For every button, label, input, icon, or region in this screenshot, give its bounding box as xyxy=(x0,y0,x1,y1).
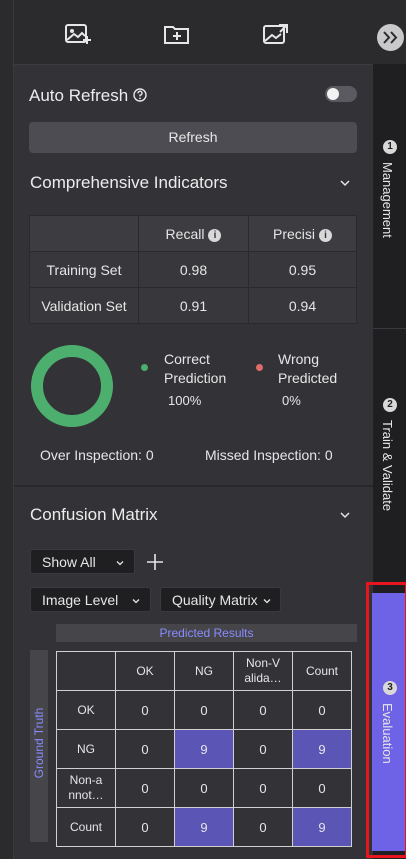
tab-number: 1 xyxy=(383,140,397,154)
matrix-cell[interactable]: 0 xyxy=(174,690,234,730)
add-folder-icon[interactable] xyxy=(163,22,191,46)
matrix-cell[interactable]: 0 xyxy=(292,690,352,730)
wrong-label-line2: Predicted xyxy=(278,370,338,386)
auto-refresh-toggle[interactable] xyxy=(325,86,357,102)
indicators-table: Recall i Precisi i Training Set 0.98 0.95 … xyxy=(29,215,357,324)
table-row: OK 0 0 0 0 xyxy=(56,690,352,730)
help-icon[interactable] xyxy=(133,88,147,102)
matrix-cell[interactable]: 0 xyxy=(292,768,352,808)
correct-label-line2: Prediction xyxy=(164,370,227,386)
table-row: Validation Set 0.91 0.94 xyxy=(29,287,357,324)
double-chevron-right-icon xyxy=(383,31,398,44)
matrix-cell[interactable]: 0 xyxy=(115,690,175,730)
tab-number: 2 xyxy=(383,398,397,412)
recall-label: Recall xyxy=(165,225,205,242)
table-row: Training Set 0.98 0.95 xyxy=(29,251,357,288)
table-row: Count 0 9 0 9 xyxy=(56,807,352,847)
matrix-cell-highlighted[interactable]: 9 xyxy=(174,729,234,769)
auto-refresh-label: Auto Refresh xyxy=(29,86,129,105)
precision-header: Precisi i xyxy=(248,215,357,252)
chevron-down-icon[interactable] xyxy=(340,178,350,188)
row-header: OK xyxy=(56,690,116,730)
column-header: OK xyxy=(115,651,175,691)
row-header: Non-a nnot… xyxy=(56,768,116,808)
matrix-cell[interactable]: 0 xyxy=(115,807,175,847)
confusion-matrix-title: Confusion Matrix xyxy=(30,505,158,524)
matrix-cell[interactable]: 0 xyxy=(233,807,293,847)
confusion-matrix-table: OK NG Non-V alida… Count OK 0 0 0 0 NG 0… xyxy=(56,651,352,847)
wrong-label-line1: Wrong xyxy=(278,351,319,367)
missed-inspection: Missed Inspection: 0 xyxy=(205,447,333,463)
wrong-value: 0% xyxy=(282,393,301,408)
chevron-down-icon xyxy=(116,561,124,566)
matrix-cell[interactable]: 0 xyxy=(233,690,293,730)
ground-truth-label: Ground Truth xyxy=(32,707,46,779)
precision-label: Precisi xyxy=(272,225,315,242)
matrix-cell-highlighted[interactable]: 9 xyxy=(292,729,352,769)
wrong-legend-dot xyxy=(256,364,263,371)
export-image-icon[interactable] xyxy=(262,22,290,46)
chevron-down-icon xyxy=(132,599,140,604)
column-header: Count xyxy=(292,651,352,691)
tab-management[interactable]: 1 Management xyxy=(373,130,406,260)
quality-matrix-select[interactable]: Quality Matrix xyxy=(160,587,281,612)
row-header: Count xyxy=(56,807,116,847)
matrix-cell[interactable]: 0 xyxy=(174,768,234,808)
row-header: NG xyxy=(56,729,116,769)
matrix-cell-highlighted[interactable]: 9 xyxy=(292,807,352,847)
column-header: NG xyxy=(174,651,234,691)
recall-value: 0.98 xyxy=(138,251,249,288)
left-strip xyxy=(0,0,14,859)
section-divider xyxy=(14,485,373,487)
tab-divider xyxy=(373,328,406,329)
matrix-header-row: OK NG Non-V alida… Count xyxy=(56,651,352,691)
correct-legend-dot xyxy=(141,364,148,371)
indicators-title: Comprehensive Indicators xyxy=(30,173,228,192)
tab-label: Management xyxy=(380,162,395,238)
tab-label: Train & Validate xyxy=(380,420,395,512)
recall-value: 0.91 xyxy=(138,287,249,324)
show-all-value: Show All xyxy=(42,554,96,570)
toggle-knob xyxy=(327,88,339,100)
image-level-select[interactable]: Image Level xyxy=(30,587,151,612)
matrix-cell-highlighted[interactable]: 9 xyxy=(174,807,234,847)
correct-value: 100% xyxy=(168,393,202,408)
row-label: Training Set xyxy=(29,251,139,288)
column-header: Non-V alida… xyxy=(233,651,293,691)
info-icon[interactable]: i xyxy=(319,228,332,242)
row-label: Validation Set xyxy=(29,287,139,324)
matrix-cell[interactable]: 0 xyxy=(233,729,293,769)
add-image-icon[interactable] xyxy=(64,22,92,46)
quality-matrix-value: Quality Matrix xyxy=(172,592,258,608)
precision-value: 0.94 xyxy=(248,287,357,324)
correct-label-line1: Correct xyxy=(164,351,210,367)
collapse-panel-button[interactable] xyxy=(377,24,404,51)
corner-cell xyxy=(56,651,116,691)
prediction-donut-chart xyxy=(31,345,113,427)
refresh-button[interactable]: Refresh xyxy=(29,122,357,153)
image-level-value: Image Level xyxy=(42,592,119,608)
matrix-cell[interactable]: 0 xyxy=(233,768,293,808)
table-row: NG 0 9 0 9 xyxy=(56,729,352,769)
info-icon[interactable]: i xyxy=(208,228,222,242)
over-inspection: Over Inspection: 0 xyxy=(40,447,154,463)
tab-train-validate[interactable]: 2 Train & Validate xyxy=(373,390,406,530)
matrix-cell[interactable]: 0 xyxy=(115,768,175,808)
indicators-header-row: Recall i Precisi i xyxy=(29,215,357,252)
toolbar xyxy=(14,0,373,65)
predicted-results-header: Predicted Results xyxy=(56,624,357,642)
show-all-select[interactable]: Show All xyxy=(30,549,135,574)
table-row: Non-a nnot… 0 0 0 0 xyxy=(56,768,352,808)
correct-arc xyxy=(31,345,113,427)
chevron-down-icon[interactable] xyxy=(340,510,350,520)
ground-truth-header: Ground Truth xyxy=(30,650,48,842)
highlight-box xyxy=(366,582,406,858)
matrix-cell[interactable]: 0 xyxy=(115,729,175,769)
corner-cell xyxy=(29,215,139,252)
chevron-down-icon xyxy=(263,599,271,604)
precision-value: 0.95 xyxy=(248,251,357,288)
add-icon[interactable] xyxy=(146,553,164,571)
recall-header: Recall i xyxy=(138,215,249,252)
